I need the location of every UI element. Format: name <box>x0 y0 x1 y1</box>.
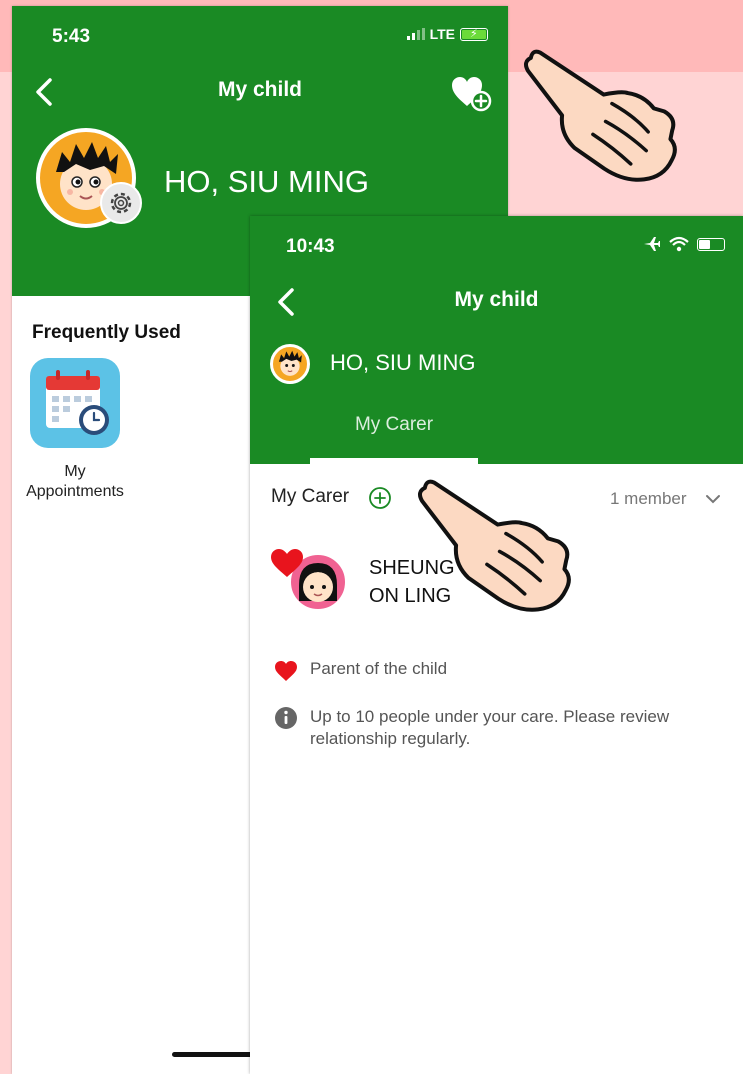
add-favourite-icon[interactable] <box>448 72 492 112</box>
member-count[interactable]: 1 member <box>610 489 687 509</box>
child-avatar-small <box>270 344 310 384</box>
pointing-hand-icon <box>417 479 571 612</box>
info-icon <box>275 707 297 729</box>
home-indicator[interactable] <box>172 1052 262 1057</box>
signal-icon <box>406 28 425 40</box>
wifi-icon <box>669 236 689 252</box>
boy-face-icon <box>278 350 302 376</box>
carer-limit-info: Up to 10 people under your care. Please … <box>310 707 670 748</box>
status-time: 10:43 <box>286 236 335 257</box>
heart-legend-icon <box>275 661 297 681</box>
tab-selected-indicator <box>310 458 478 464</box>
calendar-clock-icon <box>46 370 109 435</box>
airplane-mode-icon <box>644 237 660 251</box>
tab-my-carer[interactable]: My Carer <box>310 414 478 436</box>
my-appointments-app-icon[interactable] <box>30 358 120 448</box>
front-phone-screen: 10:43 My child HO, SIU MING My Carer My … <box>250 216 743 1074</box>
chevron-down-icon[interactable] <box>704 490 722 508</box>
heart-legend-text: Parent of the child <box>310 659 448 678</box>
status-bar-right: LTE ⚡ <box>406 26 488 42</box>
child-name: HO, SIU MING <box>164 164 369 199</box>
status-bar-right <box>643 236 725 252</box>
network-label: LTE <box>429 26 455 42</box>
battery-icon <box>697 237 725 251</box>
page-title: My child <box>454 288 539 311</box>
my-carer-heading: My Carer <box>271 486 350 507</box>
my-appointments-label: My Appointments <box>26 463 124 500</box>
pointing-hand-icon <box>523 49 677 182</box>
frequently-used-heading: Frequently Used <box>32 322 181 343</box>
status-time: 5:43 <box>52 26 91 47</box>
child-name: HO, SIU MING <box>330 350 476 375</box>
parent-heart-icon <box>271 549 303 577</box>
battery-charging-icon: ⚡ <box>460 27 488 41</box>
page-title: My child <box>217 78 302 101</box>
settings-gear-icon[interactable] <box>100 182 142 224</box>
